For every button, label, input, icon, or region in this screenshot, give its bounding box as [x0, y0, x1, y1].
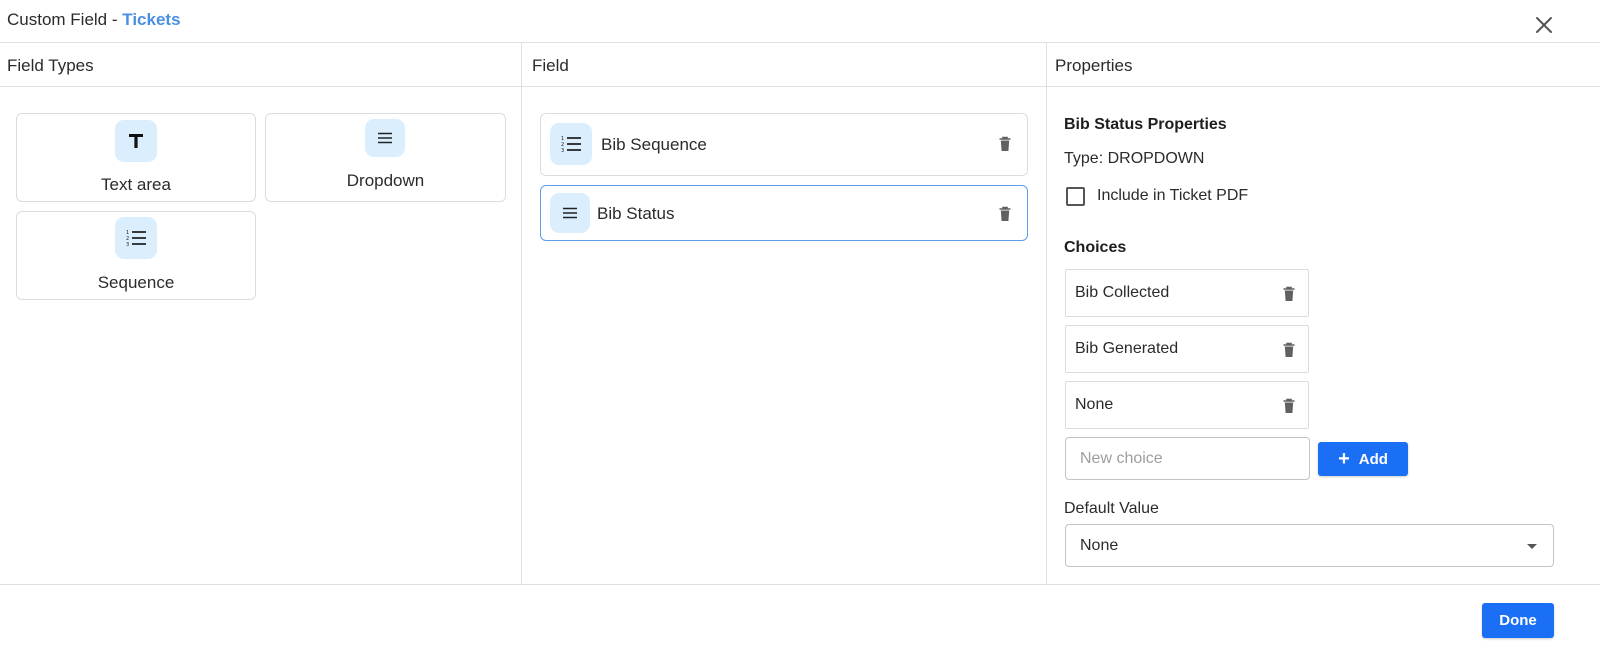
choice-item: Bib Collected: [1065, 269, 1309, 317]
add-button-label: Add: [1358, 450, 1388, 468]
field-type-sequence[interactable]: 123 Sequence: [16, 211, 256, 300]
done-button[interactable]: Done: [1482, 603, 1554, 638]
field-types-column: Field Types Text area Dropdown 123 Seque…: [0, 43, 522, 584]
dialog-title: Custom Field - Tickets: [7, 10, 181, 30]
field-type-label: Sequence: [97, 273, 175, 292]
close-icon[interactable]: [1533, 14, 1555, 36]
field-row-label: Bib Status: [597, 204, 675, 223]
field-types-header: Field Types: [0, 43, 521, 87]
field-row-label: Bib Sequence: [601, 135, 707, 154]
caret-down-icon: [1527, 544, 1537, 549]
choice-label: Bib Collected: [1075, 284, 1170, 301]
choice-label: None: [1075, 396, 1114, 413]
dialog-title-entity: Tickets: [122, 10, 181, 29]
field-type-text-area[interactable]: Text area: [16, 113, 256, 202]
field-type-label: Text area: [101, 175, 171, 194]
dialog-header: Custom Field - Tickets: [0, 0, 1600, 43]
list-icon: [365, 119, 405, 157]
svg-text:3: 3: [561, 148, 564, 153]
dialog-footer: Done: [0, 584, 1600, 666]
field-type-dropdown[interactable]: Dropdown: [265, 113, 506, 202]
svg-text:3: 3: [126, 242, 129, 247]
add-choice-button[interactable]: + Add: [1318, 442, 1408, 476]
include-pdf-checkbox[interactable]: [1066, 187, 1085, 206]
field-type-label: Dropdown: [346, 171, 425, 190]
trash-icon[interactable]: [998, 206, 1012, 222]
choice-label: Bib Generated: [1075, 340, 1179, 357]
field-type-text: Type: DROPDOWN: [1064, 150, 1205, 167]
choice-item: None: [1065, 381, 1309, 429]
default-value-selected: None: [1080, 537, 1119, 554]
default-value-label: Default Value: [1064, 500, 1159, 517]
properties-column: Properties Bib Status Properties Type: D…: [1047, 43, 1600, 584]
plus-icon: +: [1338, 448, 1350, 470]
dialog-title-prefix: Custom Field -: [7, 10, 123, 29]
field-column: Field 123 Bib Sequence Bib Status: [522, 43, 1047, 584]
include-pdf-label: Include in Ticket PDF: [1097, 187, 1249, 204]
default-value-select[interactable]: None: [1065, 524, 1554, 567]
numbered-list-icon: 123: [550, 123, 592, 165]
properties-header: Properties: [1047, 43, 1600, 87]
choice-item: Bib Generated: [1065, 325, 1309, 373]
trash-icon[interactable]: [1282, 286, 1296, 302]
list-icon: [550, 193, 590, 233]
field-row-bib-sequence[interactable]: 123 Bib Sequence: [540, 113, 1028, 176]
numbered-list-icon: 123: [115, 217, 157, 259]
trash-icon[interactable]: [998, 136, 1012, 152]
field-row-bib-status[interactable]: Bib Status: [540, 185, 1028, 241]
field-header: Field: [522, 43, 1046, 87]
new-choice-input[interactable]: [1065, 437, 1310, 480]
trash-icon[interactable]: [1282, 342, 1296, 358]
properties-title: Bib Status Properties: [1064, 116, 1227, 133]
text-icon: [115, 120, 157, 162]
trash-icon[interactable]: [1282, 398, 1296, 414]
choices-title: Choices: [1064, 239, 1127, 256]
